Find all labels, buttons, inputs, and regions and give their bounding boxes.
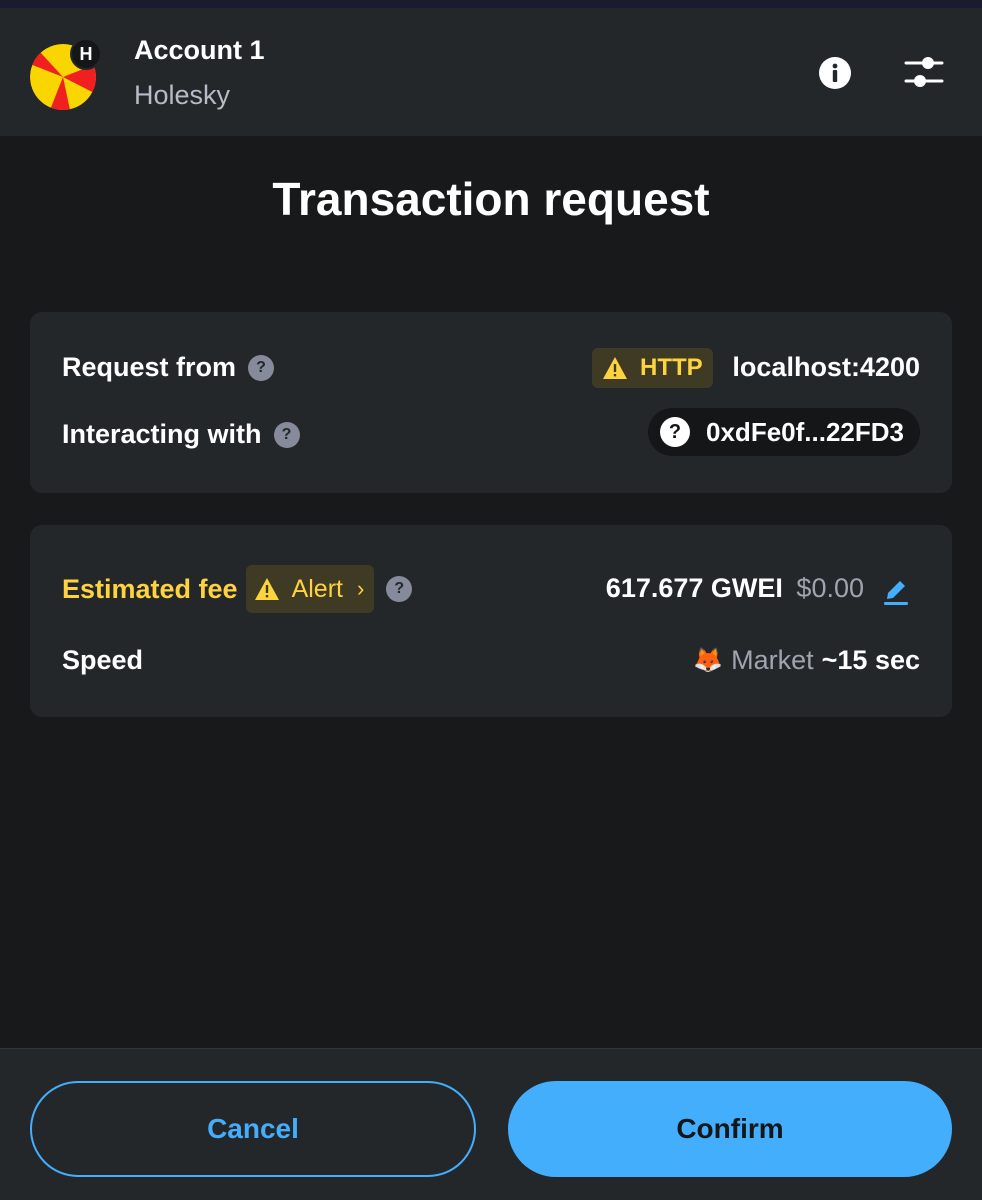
cancel-button[interactable]: Cancel xyxy=(30,1081,476,1177)
info-icon[interactable] xyxy=(818,56,852,90)
contract-address: 0xdFe0f...22FD3 xyxy=(706,416,904,447)
unknown-contract-icon: ? xyxy=(660,417,691,447)
warning-icon xyxy=(603,357,627,379)
account-name[interactable]: Account 1 xyxy=(134,35,265,66)
chevron-right-icon: › xyxy=(356,576,365,601)
account-header: H Account 1 Holesky xyxy=(0,8,982,136)
page-title: Transaction request xyxy=(272,173,710,225)
request-details-card: Request from ? HTTP localhost:4200 Inter… xyxy=(30,312,952,493)
interacting-with-row: Interacting with ? xyxy=(62,419,300,450)
speed-value: 🦊 Market ~15 sec xyxy=(693,645,920,676)
action-footer: Cancel Confirm xyxy=(0,1048,982,1200)
question-icon[interactable]: ? xyxy=(248,354,275,381)
estimated-fee-label: Estimated fee xyxy=(62,573,238,604)
fee-amount: 617.677 GWEI $0.00 xyxy=(606,573,864,604)
window-top-strip xyxy=(0,0,982,8)
fee-fiat-amount: $0.00 xyxy=(796,573,864,603)
sliders-icon[interactable] xyxy=(904,54,944,90)
account-avatar-wrap[interactable]: H xyxy=(30,38,102,110)
edit-gas-icon[interactable] xyxy=(882,575,910,605)
question-icon[interactable]: ? xyxy=(386,576,413,602)
network-badge: H xyxy=(70,38,102,70)
speed-name: Market xyxy=(731,645,814,675)
alert-label: Alert xyxy=(291,574,343,603)
speed-time: ~15 sec xyxy=(821,645,920,675)
fox-icon: 🦊 xyxy=(693,647,724,674)
fee-alert-button[interactable]: Alert › xyxy=(245,565,375,613)
fee-native-amount: 617.677 GWEI xyxy=(605,573,783,603)
question-icon[interactable]: ? xyxy=(273,421,300,448)
estimated-fee-row: Estimated fee Alert › ? xyxy=(62,565,413,613)
confirm-button[interactable]: Confirm xyxy=(508,1081,952,1177)
interacting-with-label: Interacting with xyxy=(62,419,262,449)
http-label: HTTP xyxy=(640,354,703,381)
network-name: Holesky xyxy=(134,80,231,110)
speed-label: Speed xyxy=(62,645,144,675)
fee-details-card: Estimated fee Alert › ? 617.677 GWEI $0.… xyxy=(30,525,952,717)
http-warning-badge[interactable]: HTTP xyxy=(592,348,713,388)
speed-row: Speed xyxy=(62,645,143,676)
contract-address-pill[interactable]: ? 0xdFe0f...22FD3 xyxy=(648,408,920,456)
request-from-row: Request from ? xyxy=(62,352,275,383)
warning-icon xyxy=(254,578,279,600)
request-from-label: Request from xyxy=(62,352,237,382)
origin-text: localhost:4200 xyxy=(732,352,920,382)
